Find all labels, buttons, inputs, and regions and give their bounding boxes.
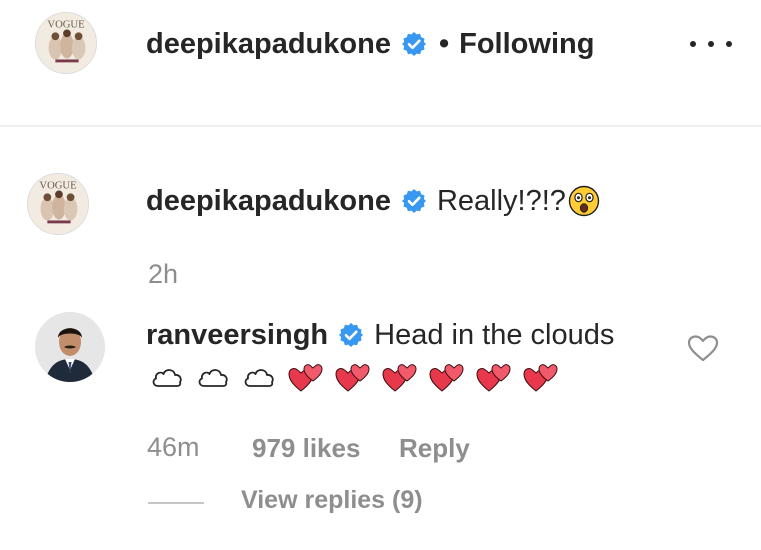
two-hearts-icon — [335, 364, 370, 392]
comment-avatar-deepikapadukone[interactable]: VOGUE — [27, 173, 89, 235]
verified-badge-icon — [401, 188, 427, 214]
cloud-icon — [244, 369, 274, 387]
comment-2-body: ranveersingh Head in the clouds — [146, 315, 614, 355]
comment-avatar-ranveersingh[interactable] — [35, 312, 105, 382]
following-button[interactable]: Following — [459, 28, 594, 61]
comment-1-timestamp: 2h — [148, 259, 179, 289]
two-hearts-icon — [476, 364, 511, 392]
more-dot — [690, 41, 696, 47]
more-dot — [708, 41, 714, 47]
view-replies-button[interactable]: View replies (9) — [241, 486, 423, 515]
two-hearts-icon — [429, 364, 464, 392]
header-divider — [0, 125, 761, 127]
comment-2-timestamp: 46m — [147, 432, 200, 462]
profile-photo — [35, 312, 105, 382]
more-dot — [726, 41, 732, 47]
post-header: VOGUE deepikapadukone • Following — [0, 0, 761, 125]
comment-1-text: Really!?!? — [436, 184, 566, 217]
deepikapadukone-avatar[interactable]: VOGUE — [35, 12, 97, 74]
reply-button[interactable]: Reply — [399, 433, 470, 464]
cloud-icon — [152, 369, 182, 387]
astonished-face-icon — [568, 185, 600, 217]
header-username[interactable]: deepikapadukone — [146, 28, 391, 61]
comment-1-username[interactable]: deepikapadukone — [146, 185, 391, 218]
vogue-logo-text: VOGUE — [47, 20, 84, 31]
cloud-icon — [198, 369, 228, 387]
two-hearts-icon — [523, 364, 558, 392]
vogue-cover-thumbnail: VOGUE — [28, 174, 88, 234]
comment-1-body: deepikapadukone Really!?!? — [146, 180, 600, 222]
comment-2-username[interactable]: ranveersingh — [146, 319, 328, 352]
separator-dot: • — [438, 27, 450, 60]
verified-badge-icon — [338, 322, 364, 348]
two-hearts-icon — [382, 364, 417, 392]
vogue-logo-text: VOGUE — [39, 181, 76, 192]
comment-2-text: Head in the clouds — [374, 318, 615, 351]
verified-badge-icon — [401, 31, 427, 57]
replies-divider — [148, 502, 204, 504]
header-user-line: deepikapadukone • Following — [146, 24, 594, 64]
like-comment-heart-icon[interactable] — [687, 334, 719, 362]
two-hearts-icon — [288, 364, 323, 392]
more-options-icon[interactable] — [690, 30, 732, 58]
comment-2-likes[interactable]: 979 likes — [252, 433, 360, 464]
vogue-cover-thumbnail: VOGUE — [36, 13, 96, 73]
comment-2-emoji-row — [150, 360, 570, 394]
